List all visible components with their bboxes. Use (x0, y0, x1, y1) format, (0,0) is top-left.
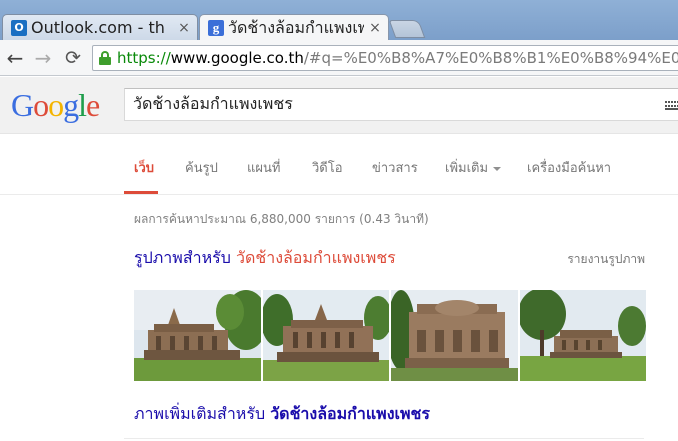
caret-down-icon (493, 166, 502, 171)
close-icon[interactable]: × (177, 20, 191, 36)
close-icon[interactable]: × (368, 20, 382, 36)
image-thumbnail-3[interactable] (391, 290, 518, 381)
image-thumbnail-1[interactable] (134, 290, 261, 381)
url-path: /#q=%E0%B8%A7%E0%B8%B1%E0%B8%94%E0%B8%8A… (303, 49, 678, 67)
temple-ruin-photo-1 (134, 290, 261, 381)
keyboard-icon[interactable] (665, 101, 678, 110)
tab-images[interactable]: ค้นรูป (185, 157, 218, 178)
url-scheme: https:// (117, 49, 171, 67)
more-images-keyword: วัดช้างล้อมกำแพงเพชร (270, 404, 430, 423)
images-heading-keyword: วัดช้างล้อมกำแพงเพชร (235, 248, 396, 267)
more-images-link[interactable]: ภาพเพิ่มเติมสำหรับ วัดช้างล้อมกำแพงเพชร (134, 402, 430, 427)
temple-ruin-photo-4 (520, 290, 646, 381)
tab-more-label: เพิ่มเติม (445, 161, 489, 176)
search-nav: เว็บ ค้นรูป แผนที่ วิดีโอ ข่าวสาร เพิ่มเ… (0, 135, 678, 195)
tab-more[interactable]: เพิ่มเติม (445, 157, 502, 178)
temple-ruin-photo-3 (391, 290, 518, 381)
result-stats: ผลการค้นหาประมาณ 6,880,000 รายการ (0.43 … (134, 212, 429, 226)
search-input[interactable] (125, 89, 645, 120)
url-host: www.google.co.th (170, 49, 304, 67)
image-thumbnail-4[interactable] (520, 290, 646, 381)
tab-title: วัดช้างล้อมกำแพงเพ (228, 17, 364, 37)
tab-search-tools[interactable]: เครื่องมือค้นหา (527, 157, 611, 178)
new-tab-button[interactable] (388, 20, 426, 38)
address-bar[interactable]: https:// www.google.co.th /#q=%E0%B8%A7%… (92, 45, 678, 71)
tab-news[interactable]: ข่าวสาร (372, 157, 418, 178)
tab-outlook[interactable]: O Outlook.com - th × (2, 14, 198, 40)
active-tab-indicator (124, 191, 158, 194)
forward-arrow-icon[interactable]: → (32, 47, 54, 69)
image-thumbnails (134, 290, 646, 381)
divider (124, 438, 644, 439)
report-images-link[interactable]: รายงานรูปภาพ (567, 250, 645, 269)
tab-title: Outlook.com - th (31, 18, 165, 37)
lock-icon (99, 51, 111, 65)
google-header: Google (0, 77, 678, 134)
images-heading-prefix: รูปภาพสำหรับ (134, 248, 236, 267)
tab-maps[interactable]: แผนที่ (247, 157, 280, 178)
outlook-icon: O (11, 19, 27, 36)
tab-google-search[interactable]: g วัดช้างล้อมกำแพงเพ × (199, 14, 389, 41)
browser-toolbar: ← → ⟳ https:// www.google.co.th /#q=%E0%… (0, 40, 678, 76)
tab-videos[interactable]: วิดีโอ (312, 157, 343, 178)
google-logo[interactable]: Google (11, 87, 100, 124)
reload-icon[interactable]: ⟳ (62, 47, 84, 69)
back-arrow-icon[interactable]: ← (4, 47, 26, 69)
image-thumbnail-2[interactable] (263, 290, 389, 381)
images-heading-link[interactable]: รูปภาพสำหรับ วัดช้างล้อมกำแพงเพชร (134, 246, 396, 271)
tab-web[interactable]: เว็บ (134, 157, 154, 178)
google-g-icon: g (208, 20, 224, 36)
temple-ruin-photo-2 (263, 290, 389, 381)
browser-tab-strip: O Outlook.com - th × g วัดช้างล้อมกำแพงเ… (0, 0, 678, 41)
more-images-prefix: ภาพเพิ่มเติมสำหรับ (134, 404, 271, 423)
search-box[interactable] (124, 88, 678, 121)
